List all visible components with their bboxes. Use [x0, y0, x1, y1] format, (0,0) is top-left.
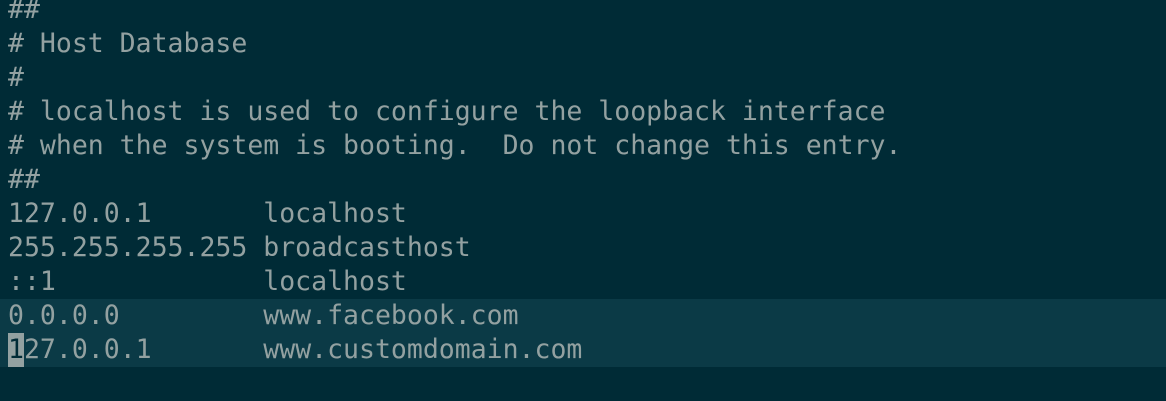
line-text: 127.0.0.1 www.customdomain.com [8, 333, 582, 367]
editor-line: # localhost is used to configure the loo… [0, 95, 1166, 129]
editor-line: ::1 localhost [0, 265, 1166, 299]
line-text-rest: 27.0.0.1 www.customdomain.com [23, 334, 583, 365]
editor-line: 255.255.255.255 broadcasthost [0, 231, 1166, 265]
line-text: 127.0.0.1 localhost [8, 198, 407, 229]
editor-line: 127.0.0.1 localhost [0, 197, 1166, 231]
editor-line-highlighted: 0.0.0.0 www.facebook.com [0, 299, 1166, 333]
editor-line: # Host Database [0, 27, 1166, 61]
line-text: 0.0.0.0 www.facebook.com [8, 300, 519, 331]
line-text: 255.255.255.255 broadcasthost [8, 232, 471, 263]
line-text: # when the system is booting. Do not cha… [8, 130, 902, 161]
text-cursor[interactable]: 1 [8, 333, 24, 367]
editor-line: ## [0, 0, 1166, 27]
editor-line-current: 127.0.0.1 www.customdomain.com [0, 333, 1166, 367]
line-text: ## [8, 164, 40, 195]
text-editor[interactable]: ## # Host Database # # localhost is used… [0, 0, 1166, 401]
line-text: # localhost is used to configure the loo… [8, 96, 886, 127]
editor-line: ## [0, 163, 1166, 197]
editor-line: # [0, 61, 1166, 95]
line-text: # [8, 62, 24, 93]
line-text: ## [8, 0, 40, 25]
line-text: # Host Database [8, 28, 248, 59]
line-text: ::1 localhost [8, 266, 407, 297]
editor-line: # when the system is booting. Do not cha… [0, 129, 1166, 163]
